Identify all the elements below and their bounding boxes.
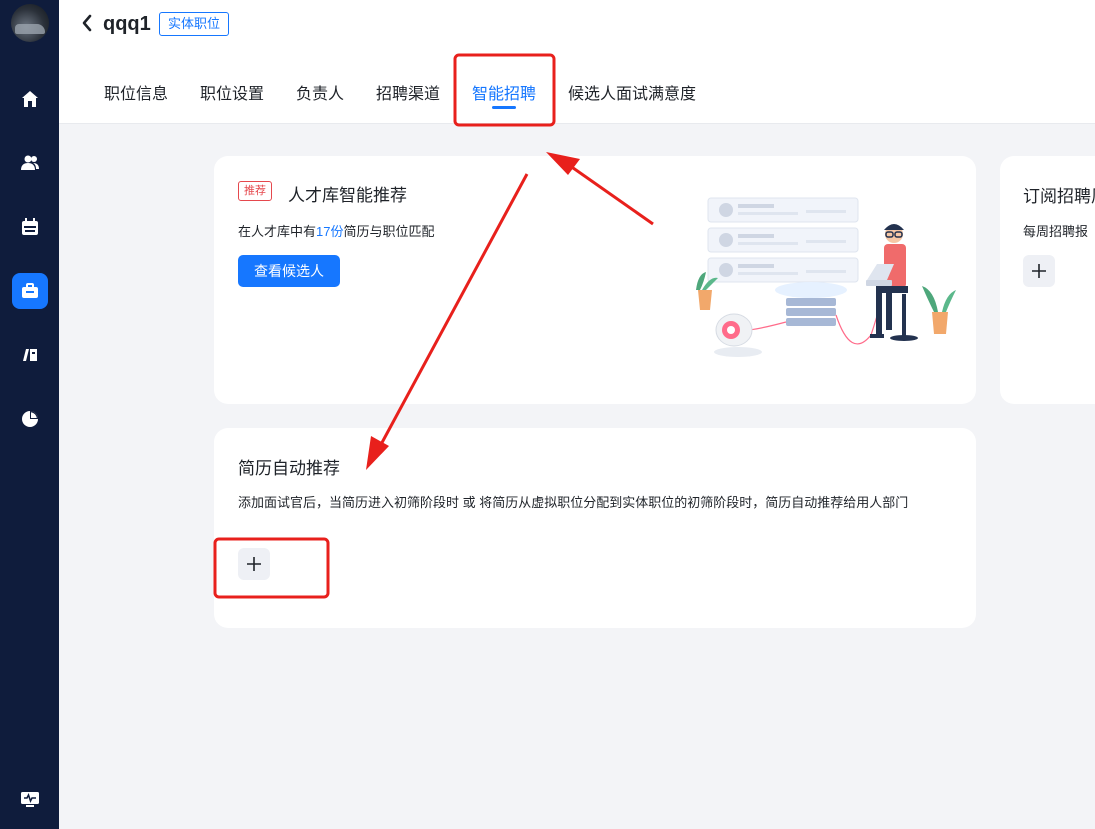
add-subscription-button[interactable]: [1023, 255, 1055, 287]
avatar[interactable]: [11, 4, 49, 42]
recommend-illustration: [696, 197, 956, 357]
active-tab-indicator: [492, 106, 516, 109]
briefcase-icon: [22, 283, 38, 298]
users-icon: [21, 155, 39, 170]
annotation-overlay: [213, 53, 654, 599]
desc-prefix: 在人才库中有: [238, 224, 317, 239]
tab-job-info[interactable]: 职位信息: [104, 80, 168, 104]
resume-auto-recommend-card: 简历自动推荐 添加面试官后，当简历进入初筛阶段时 或 将简历从虚拟职位分配到实体…: [214, 428, 976, 628]
subscribe-weekly-report-card: 订阅招聘周 每周招聘报: [1000, 156, 1095, 404]
tab-owner[interactable]: 负责人: [296, 80, 344, 104]
sidebar-item-home[interactable]: [12, 81, 48, 117]
add-interviewer-button[interactable]: [238, 548, 270, 580]
talent-card-title: 人才库智能推荐: [288, 186, 407, 205]
subscribe-card-title: 订阅招聘周: [1023, 187, 1095, 206]
sidebar-item-calendar[interactable]: [12, 209, 48, 245]
tab-interview-satisfaction[interactable]: 候选人面试满意度: [568, 80, 696, 104]
tab-channels[interactable]: 招聘渠道: [376, 80, 440, 104]
page-header: qqq1 实体职位 职位信息 职位设置 负责人 招聘渠道 智能招聘 候选人面试满…: [59, 0, 1095, 124]
sidebar: [0, 0, 59, 829]
match-count[interactable]: 17份: [316, 224, 343, 239]
sidebar-item-library[interactable]: [12, 337, 48, 373]
sidebar-item-monitor[interactable]: [12, 781, 48, 817]
sidebar-item-users[interactable]: [12, 145, 48, 181]
sidebar-item-jobs[interactable]: [12, 273, 48, 309]
job-type-tag: 实体职位: [159, 12, 230, 36]
chevron-left-icon[interactable]: [79, 13, 95, 33]
plus-icon: [247, 557, 261, 571]
subscribe-card-desc: 每周招聘报: [1023, 224, 1089, 239]
talent-recommend-card: 推荐 人才库智能推荐 在人才库中有17份简历与职位匹配 查看候选人: [214, 156, 976, 404]
tab-smart-recruiting[interactable]: 智能招聘: [472, 80, 536, 104]
page-title: qqq1: [103, 13, 151, 35]
pie-chart-icon: [22, 411, 38, 427]
calendar-icon: [22, 218, 38, 235]
talent-card-desc: 在人才库中有17份简历与职位匹配: [238, 221, 435, 240]
book-icon: [23, 349, 37, 361]
desc-suffix: 简历与职位匹配: [343, 224, 435, 239]
plus-icon: [1032, 264, 1046, 278]
tab-job-settings[interactable]: 职位设置: [200, 80, 264, 104]
view-candidates-button[interactable]: 查看候选人: [238, 255, 340, 287]
recommend-badge: 推荐: [238, 181, 272, 201]
resume-card-title: 简历自动推荐: [238, 459, 340, 478]
home-icon: [22, 91, 38, 107]
resume-card-desc: 添加面试官后，当简历进入初筛阶段时 或 将简历从虚拟职位分配到实体职位的初筛阶段…: [238, 495, 909, 510]
sidebar-item-reports[interactable]: [12, 401, 48, 437]
monitor-icon: [21, 792, 39, 807]
